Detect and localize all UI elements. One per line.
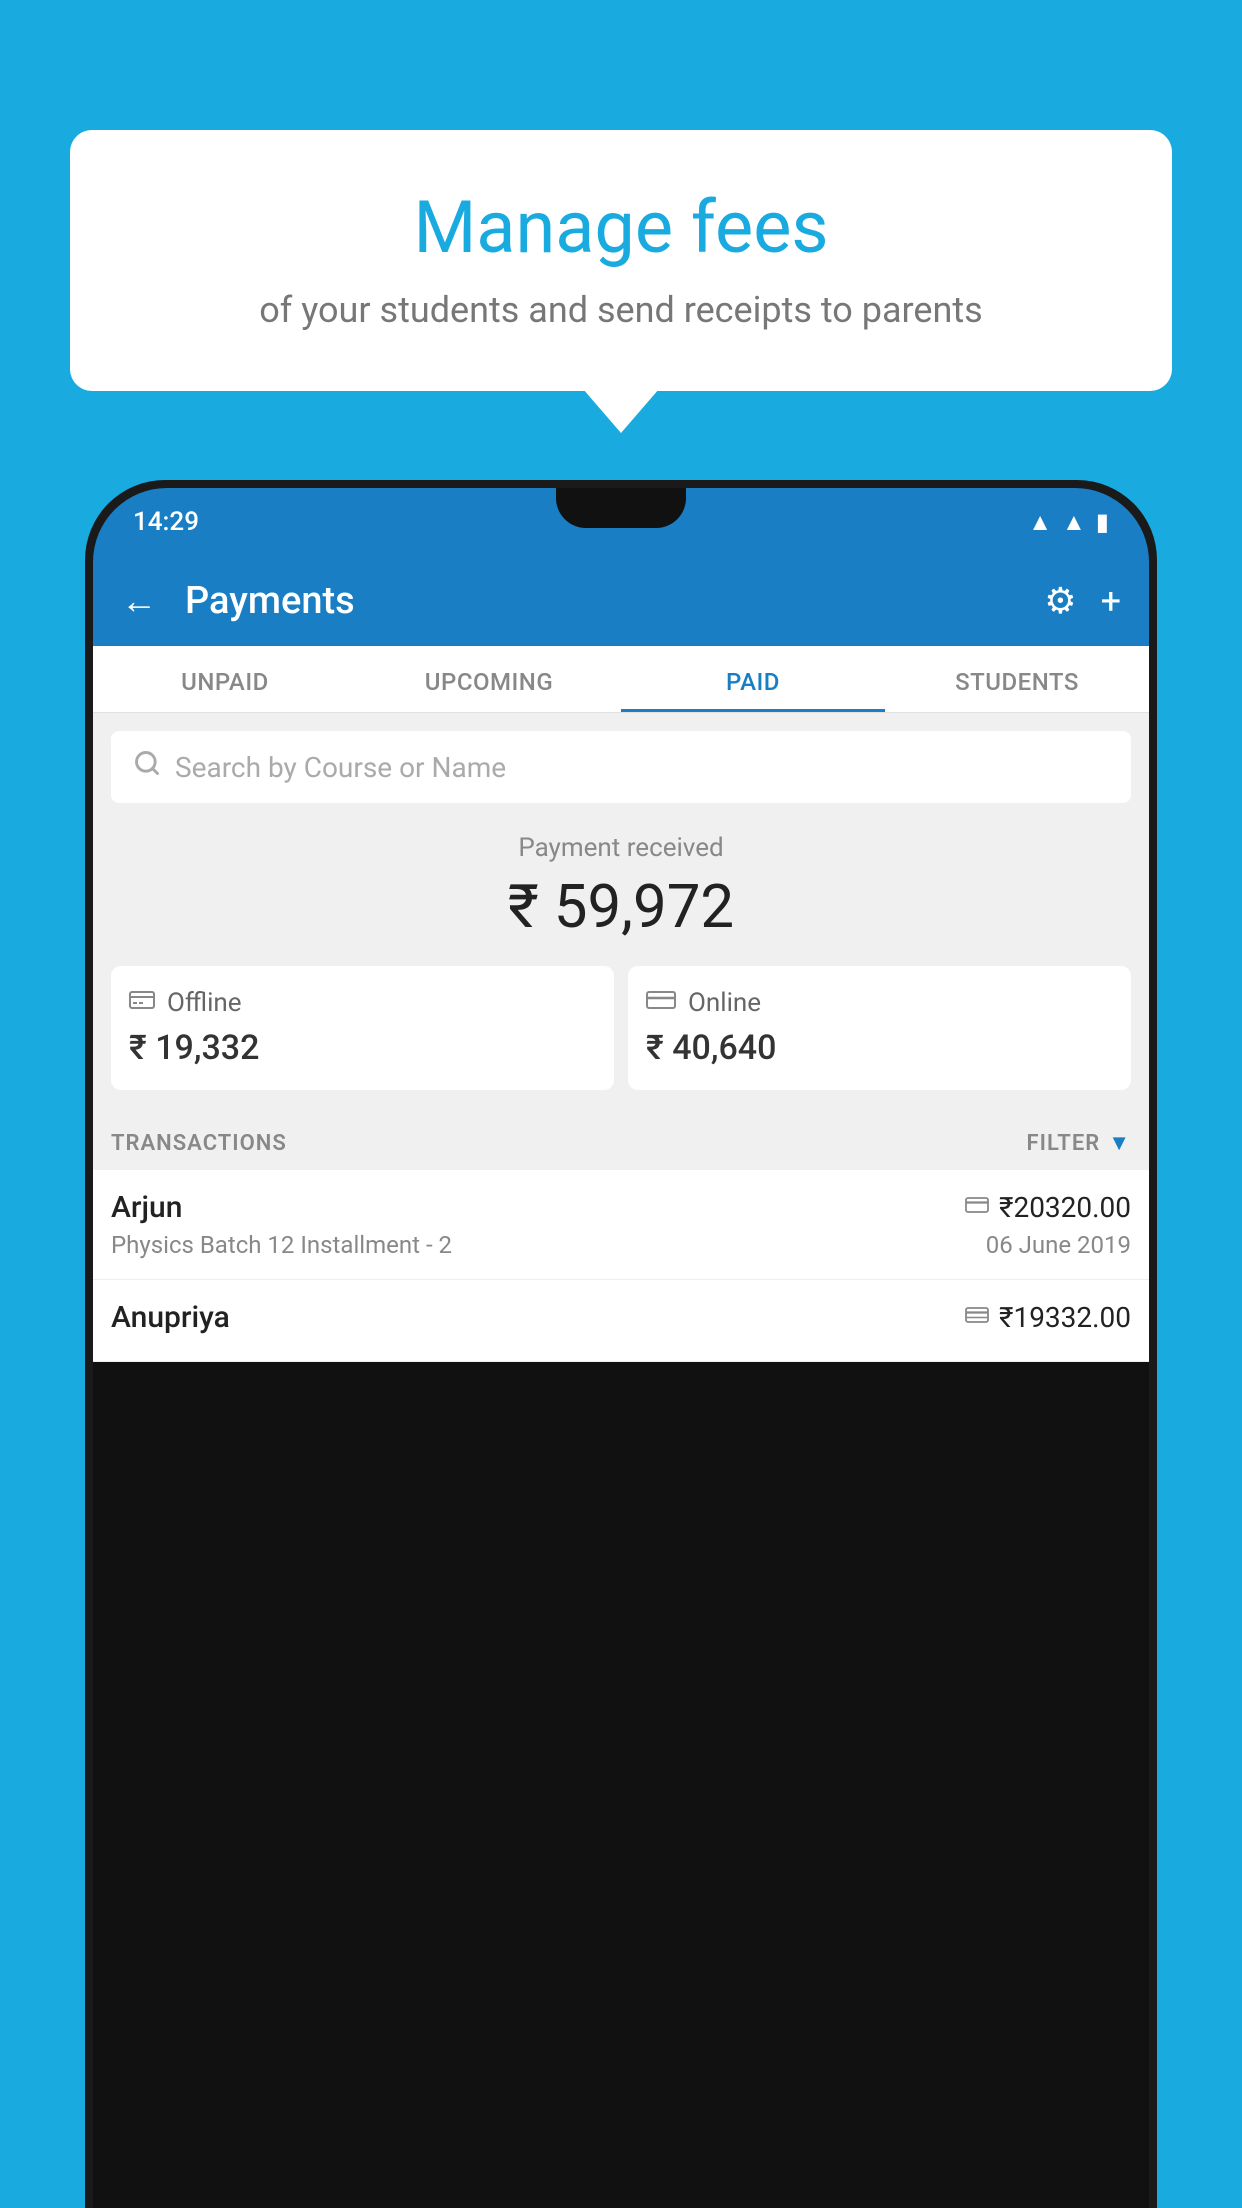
transaction-item-anupriya[interactable]: Anupriya ₹19332.00: [93, 1280, 1149, 1362]
transaction-amount-anupriya: ₹19332.00: [999, 1301, 1131, 1334]
offline-amount: ₹ 19,332: [129, 1028, 596, 1068]
online-payment-card: Online ₹ 40,640: [628, 966, 1131, 1090]
wifi-icon: ▲: [1028, 508, 1052, 537]
status-bar: 14:29 ▲ ▲ ▮: [93, 488, 1149, 556]
tabs-container: UNPAID UPCOMING PAID STUDENTS: [93, 646, 1149, 713]
tab-paid[interactable]: PAID: [621, 646, 885, 712]
filter-label: FILTER: [1027, 1131, 1101, 1156]
transaction-item-arjun[interactable]: Arjun ₹20320.00 Physics Batch 12 Install…: [93, 1170, 1149, 1280]
transaction-amount-container-anupriya: ₹19332.00: [965, 1301, 1131, 1334]
back-button[interactable]: ←: [121, 580, 157, 622]
transaction-name-anupriya: Anupriya: [111, 1300, 230, 1335]
online-card-header: Online: [646, 988, 1113, 1018]
transaction-course-arjun: Physics Batch 12 Installment - 2: [111, 1231, 452, 1259]
transaction-name-arjun: Arjun: [111, 1190, 182, 1225]
cash-payment-icon: [965, 1305, 989, 1330]
payment-received-section: Payment received ₹ 59,972: [93, 803, 1149, 1108]
add-button[interactable]: +: [1101, 580, 1121, 622]
transaction-amount-container-arjun: ₹20320.00: [965, 1191, 1131, 1224]
online-amount: ₹ 40,640: [646, 1028, 1113, 1068]
status-icons: ▲ ▲ ▮: [1028, 508, 1109, 537]
app-header: ← Payments ⚙ +: [93, 556, 1149, 646]
bubble-title: Manage fees: [130, 185, 1112, 271]
card-payment-icon: [965, 1195, 989, 1220]
tab-upcoming[interactable]: UPCOMING: [357, 646, 621, 712]
filter-button[interactable]: FILTER ▼: [1027, 1130, 1131, 1156]
transaction-date-arjun: 06 June 2019: [986, 1231, 1131, 1259]
online-type-label: Online: [688, 988, 761, 1018]
speech-bubble-container: Manage fees of your students and send re…: [70, 130, 1172, 391]
online-icon: [646, 988, 676, 1018]
transaction-bottom-arjun: Physics Batch 12 Installment - 2 06 June…: [111, 1231, 1131, 1259]
search-icon: [133, 749, 161, 785]
status-time: 14:29: [133, 507, 199, 537]
bubble-subtitle: of your students and send receipts to pa…: [130, 289, 1112, 331]
header-icons: ⚙ +: [1044, 580, 1121, 622]
filter-icon: ▼: [1108, 1130, 1131, 1156]
transaction-amount-arjun: ₹20320.00: [999, 1191, 1131, 1224]
screen-content: Search by Course or Name Payment receive…: [93, 713, 1149, 1362]
payment-received-label: Payment received: [111, 833, 1131, 863]
tab-unpaid[interactable]: UNPAID: [93, 646, 357, 712]
tab-students[interactable]: STUDENTS: [885, 646, 1149, 712]
phone-frame: 14:29 ▲ ▲ ▮ ← Payments ⚙ + UNPAID UPCOMI…: [85, 480, 1157, 2208]
header-title: Payments: [185, 579, 1024, 623]
offline-payment-card: Offline ₹ 19,332: [111, 966, 614, 1090]
phone-inner: 14:29 ▲ ▲ ▮ ← Payments ⚙ + UNPAID UPCOMI…: [93, 488, 1149, 2208]
search-bar[interactable]: Search by Course or Name: [111, 731, 1131, 803]
transactions-header: TRANSACTIONS FILTER ▼: [93, 1108, 1149, 1170]
signal-icon: ▲: [1062, 508, 1086, 537]
battery-icon: ▮: [1096, 508, 1109, 536]
speech-bubble: Manage fees of your students and send re…: [70, 130, 1172, 391]
notch: [556, 488, 686, 528]
payment-cards: Offline ₹ 19,332: [111, 966, 1131, 1090]
offline-card-header: Offline: [129, 988, 596, 1018]
search-placeholder: Search by Course or Name: [175, 751, 506, 784]
offline-icon: [129, 988, 155, 1018]
transaction-top-arjun: Arjun ₹20320.00: [111, 1190, 1131, 1225]
transaction-top-anupriya: Anupriya ₹19332.00: [111, 1300, 1131, 1335]
payment-total-amount: ₹ 59,972: [111, 871, 1131, 942]
settings-button[interactable]: ⚙: [1044, 580, 1076, 622]
offline-type-label: Offline: [167, 988, 242, 1018]
transactions-label: TRANSACTIONS: [111, 1131, 287, 1156]
